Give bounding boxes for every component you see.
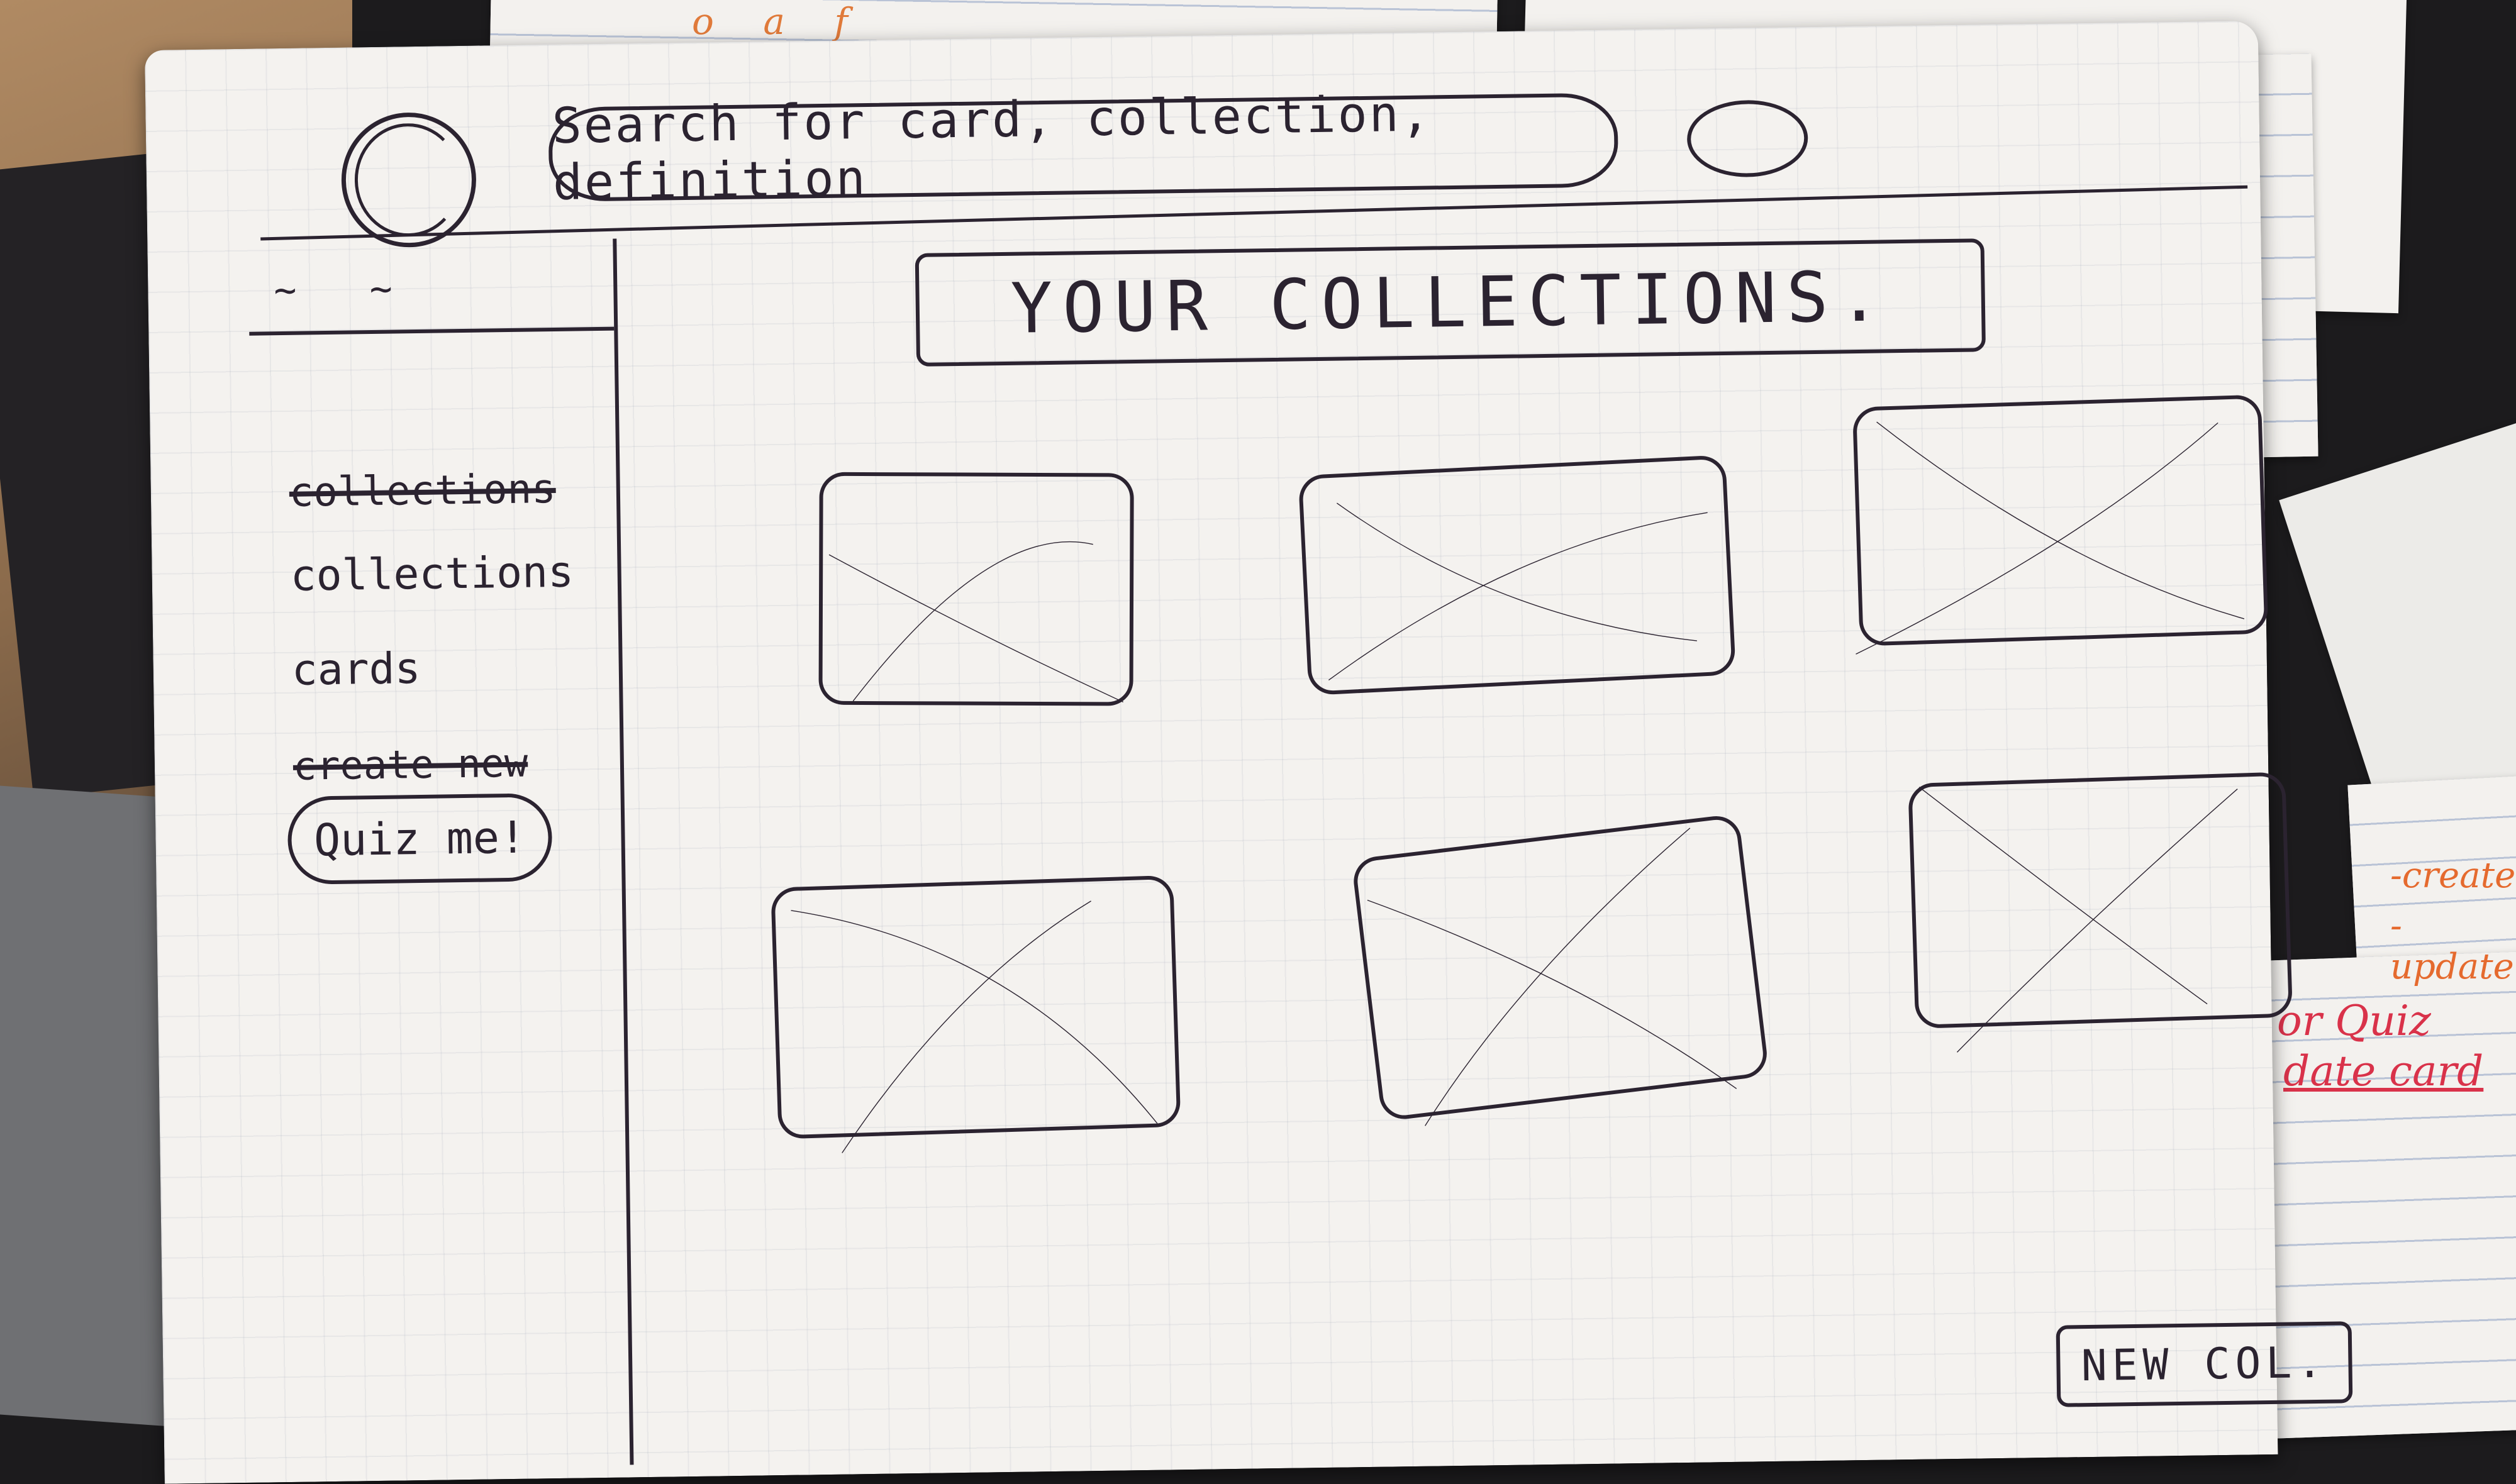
sidebar: ~ ~ collections collections cards create… xyxy=(248,238,634,1470)
image-placeholder-icon xyxy=(822,476,1130,702)
image-placeholder-icon xyxy=(1912,776,2289,1025)
page-title: YOUR COLLECTIONS. xyxy=(1010,256,1891,349)
logo-icon[interactable] xyxy=(340,111,477,248)
collection-tile[interactable] xyxy=(1908,772,2293,1029)
background-note-update: -update xyxy=(2390,905,2514,987)
page-title-box: YOUR COLLECTIONS. xyxy=(915,238,1986,367)
collection-tile[interactable] xyxy=(1298,455,1737,696)
sidebar-item-collections-crossed-out: collections xyxy=(289,465,557,516)
background-index-card xyxy=(2279,422,2516,836)
image-placeholder-icon xyxy=(1355,817,1766,1117)
background-note-create: -create xyxy=(2390,855,2516,896)
collection-tile[interactable] xyxy=(818,472,1134,706)
background-card-text: o a f xyxy=(692,0,867,43)
collection-tile[interactable] xyxy=(1350,813,1770,1121)
search-input[interactable]: Search for card, collection, definition xyxy=(548,86,1619,211)
quiz-me-button[interactable]: Quiz me! xyxy=(287,793,553,885)
image-placeholder-icon xyxy=(1302,459,1732,692)
profile-avatar-icon[interactable] xyxy=(1686,99,1809,178)
sidebar-item-cards[interactable]: cards xyxy=(291,644,421,695)
wireframe-paper: Search for card, collection, definition … xyxy=(145,21,2353,1484)
collection-tile[interactable] xyxy=(1852,394,2269,646)
image-placeholder-icon xyxy=(1856,399,2264,643)
image-placeholder-icon xyxy=(774,879,1177,1136)
sidebar-item-collections[interactable]: collections xyxy=(290,548,574,601)
search-placeholder: Search for card, collection, definition xyxy=(552,86,1433,211)
collection-tile[interactable] xyxy=(771,875,1181,1139)
background-note-quiz: or Quiz xyxy=(2277,997,2431,1045)
sidebar-item-create-new-crossed-out: create new xyxy=(292,739,528,789)
menu-toggle-icon[interactable]: ~ ~ xyxy=(274,267,418,313)
sidebar-divider xyxy=(249,326,615,336)
new-collection-button[interactable]: NEW COL. xyxy=(2056,1321,2353,1407)
background-note-update-card: date card xyxy=(2283,1047,2484,1095)
